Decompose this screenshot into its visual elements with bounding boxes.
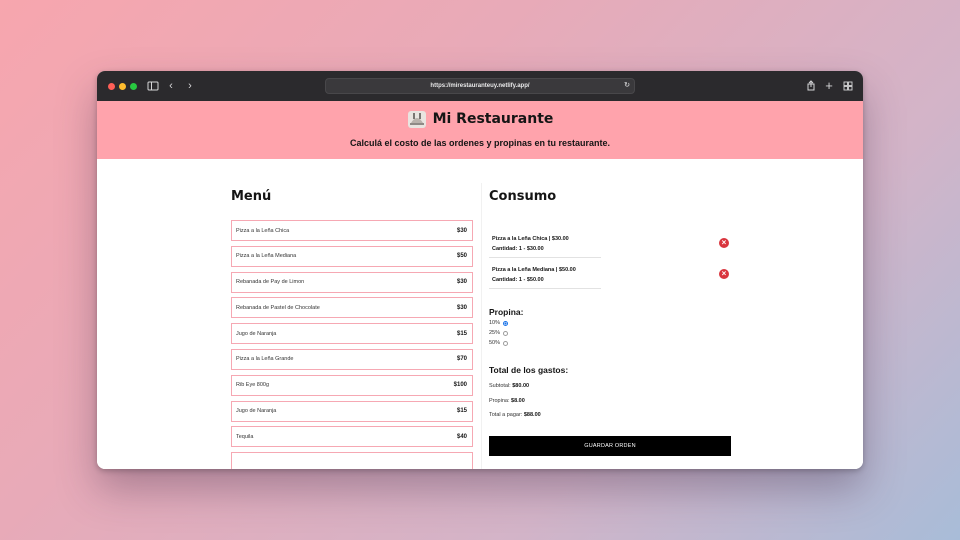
menu-item-price: $30 xyxy=(456,304,467,311)
zoom-window-button[interactable] xyxy=(130,82,137,90)
menu-item[interactable] xyxy=(231,452,473,469)
site-subtitle: Calculá el costo de las ordenes y propin… xyxy=(349,138,611,148)
site-title: Mi Restaurante xyxy=(432,111,554,127)
grand-total-label: Total a pagar: xyxy=(489,412,523,418)
tip-label: 50% xyxy=(489,340,501,346)
order-quantity: Cantidad: 1 - $30.00 xyxy=(492,246,544,252)
order-item: Pizza a la Leña Chica | $30.00 Cantidad:… xyxy=(492,236,737,252)
order-quantity: Cantidad: 1 - $50.00 xyxy=(492,277,544,283)
menu-item-price: $40 xyxy=(456,433,467,440)
menu-item[interactable]: Jugo de Naranja $15 xyxy=(231,400,473,422)
menu-item-price: $30 xyxy=(456,227,467,234)
tip-radio[interactable] xyxy=(503,330,509,336)
tip-total-row: Propina: $8.00 xyxy=(489,398,525,404)
menu-item[interactable]: Rib Eye 800g $100 xyxy=(231,374,473,396)
tip-option-25[interactable]: 25% xyxy=(489,330,509,336)
reload-icon[interactable]: ↻ xyxy=(624,79,630,93)
column-divider xyxy=(481,183,482,469)
subtotal-row: Subtotal: $80.00 xyxy=(489,383,529,389)
browser-window: ‹ › https://mirestauranteuy.netlify.app/… xyxy=(97,71,863,469)
subtotal-value: $80.00 xyxy=(512,383,530,389)
consumo-heading: Consumo xyxy=(489,189,557,204)
menu-item-name: Pizza a la Leña Chica xyxy=(236,227,290,234)
order-description: Pizza a la Leña Mediana | $50.00 xyxy=(492,267,576,273)
tip-option-10[interactable]: 10% xyxy=(489,320,509,326)
menu-item-name: Jugo de Naranja xyxy=(236,408,277,415)
tip-radio[interactable] xyxy=(503,340,509,346)
menu-item-name: Rebanada de Pay de Limon xyxy=(236,279,305,286)
order-separator xyxy=(489,288,601,289)
menu-heading: Menú xyxy=(231,189,272,204)
new-tab-icon[interactable]: + xyxy=(822,79,836,93)
totals-heading: Total de los gastos: xyxy=(489,365,569,375)
share-icon[interactable] xyxy=(804,79,818,93)
menu-item-price: $50 xyxy=(456,253,467,260)
site-header: Mi Restaurante Calculá el costo de las o… xyxy=(97,101,863,159)
brand: Mi Restaurante xyxy=(97,108,863,130)
forward-icon[interactable]: › xyxy=(183,79,197,93)
tip-option-50[interactable]: 50% xyxy=(489,340,509,346)
subtotal-label: Subtotal: xyxy=(489,383,511,389)
url-text: https://mirestauranteuy.netlify.app/ xyxy=(430,83,530,89)
menu-item[interactable]: Pizza a la Leña Mediana $50 xyxy=(231,245,473,267)
tip-label: 10% xyxy=(489,320,501,326)
menu-item-name: Tequila xyxy=(236,433,254,440)
close-window-button[interactable] xyxy=(108,82,115,90)
menu-item-price: $30 xyxy=(456,279,467,286)
order-description: Pizza a la Leña Chica | $30.00 xyxy=(492,236,569,242)
minimize-window-button[interactable] xyxy=(119,82,126,90)
menu-item-price: $100 xyxy=(453,382,467,389)
menu-list: Pizza a la Leña Chica $30 Pizza a la Leña … xyxy=(231,220,473,469)
order-item: Pizza a la Leña Mediana | $50.00 Cantida… xyxy=(492,267,737,283)
menu-item-price: $15 xyxy=(456,408,467,415)
remove-order-button[interactable]: × xyxy=(719,238,729,248)
save-order-button[interactable]: GUARDAR ORDEN xyxy=(489,436,731,456)
menu-item[interactable]: Jugo de Naranja $15 xyxy=(231,323,473,345)
tip-total-value: $8.00 xyxy=(511,398,525,404)
menu-item[interactable]: Pizza a la Leña Chica $30 xyxy=(231,220,473,241)
browser-toolbar: ‹ › https://mirestauranteuy.netlify.app/… xyxy=(97,71,863,101)
grand-total-row: Total a pagar: $88.00 xyxy=(489,412,541,418)
address-bar[interactable]: https://mirestauranteuy.netlify.app/ ↻ xyxy=(325,78,635,94)
order-separator xyxy=(489,257,601,258)
tip-total-label: Propina: xyxy=(489,398,510,404)
menu-item[interactable]: Tequila $40 xyxy=(231,426,473,448)
sidebar-icon[interactable] xyxy=(146,79,160,93)
tip-radio[interactable] xyxy=(503,320,509,326)
tab-overview-icon[interactable] xyxy=(841,79,855,93)
remove-order-button[interactable]: × xyxy=(719,269,729,279)
tip-label: 25% xyxy=(489,330,501,336)
propina-heading: Propina: xyxy=(489,307,524,317)
menu-item-name: Pizza a la Leña Grande xyxy=(236,356,294,363)
cloche-serving-icon xyxy=(407,111,426,128)
menu-item-name: Rib Eye 800g xyxy=(236,382,270,389)
back-icon[interactable]: ‹ xyxy=(164,79,178,93)
menu-item-price: $70 xyxy=(456,356,467,363)
menu-item[interactable]: Rebanada de Pastel de Chocolate $30 xyxy=(231,297,473,319)
menu-item[interactable]: Pizza a la Leña Grande $70 xyxy=(231,348,473,370)
menu-item-name: Rebanada de Pastel de Chocolate xyxy=(236,304,320,311)
grand-total-value: $88.00 xyxy=(523,412,541,418)
menu-item-name: Pizza a la Leña Mediana xyxy=(236,253,297,260)
menu-item-name: Jugo de Naranja xyxy=(236,330,277,337)
menu-item-price: $15 xyxy=(456,330,467,337)
main-content: Menú Pizza a la Leña Chica $30 Pizza a la … xyxy=(97,159,863,469)
menu-item[interactable]: Rebanada de Pay de Limon $30 xyxy=(231,271,473,293)
